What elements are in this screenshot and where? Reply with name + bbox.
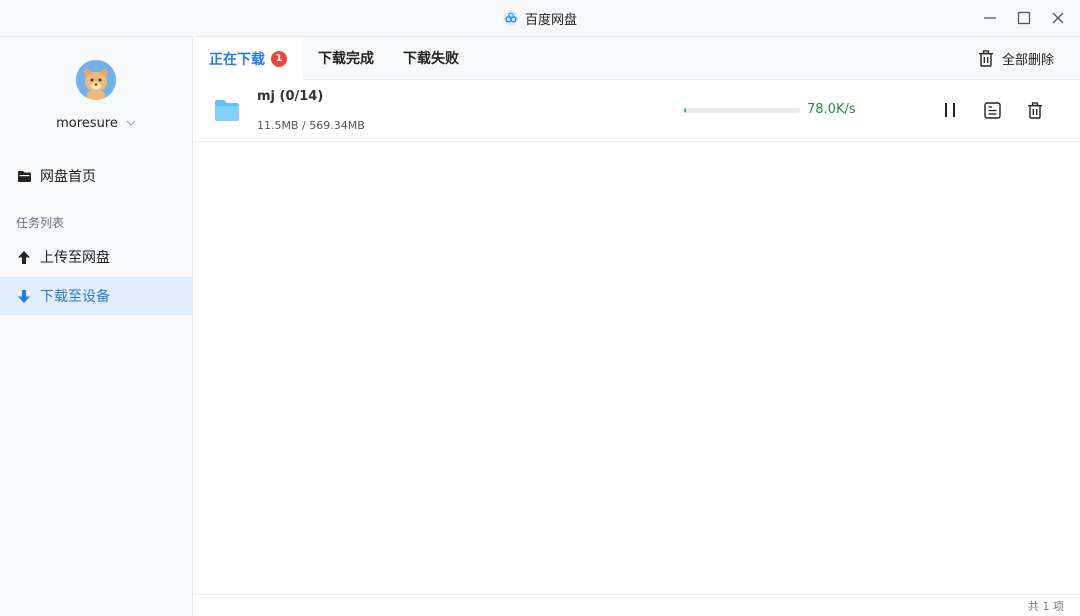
tab-label: 正在下载 — [209, 51, 265, 68]
app-window: 百度网盘 moresure 网盘首页 任务列表 上传至网盘 下载至设备 正在下载… — [0, 0, 1080, 616]
baidu-netdisk-logo-icon — [503, 10, 519, 26]
task-size: 11.5MB / 569.34MB — [257, 119, 365, 132]
avatar[interactable] — [76, 60, 116, 100]
task-name: mj (0/14) — [257, 89, 324, 104]
download-speed: 78.0K/s — [807, 102, 856, 117]
trash-icon — [978, 49, 993, 67]
chevron-down-icon — [126, 120, 136, 126]
upload-arrow-icon — [16, 249, 32, 265]
sidebar-item-home[interactable]: 网盘首页 — [0, 157, 192, 195]
tab-downloading[interactable]: 正在下载 1 — [193, 37, 303, 80]
sidebar-item-download[interactable]: 下载至设备 — [0, 277, 192, 315]
user-menu[interactable]: moresure — [0, 113, 192, 133]
bear-avatar-icon — [76, 60, 116, 100]
pause-icon — [945, 103, 955, 117]
maximize-icon — [1017, 11, 1031, 25]
details-button[interactable] — [982, 100, 1002, 120]
delete-all-button[interactable]: 全部删除 — [978, 37, 1054, 79]
folder-icon — [215, 100, 239, 121]
tab-completed[interactable]: 下载完成 — [302, 37, 390, 79]
window-title: 百度网盘 — [524, 12, 577, 28]
delete-all-label: 全部删除 — [1001, 52, 1054, 68]
window-controls — [982, 0, 1066, 36]
minimize-icon — [984, 17, 996, 19]
sidebar-item-label: 上传至网盘 — [40, 250, 110, 266]
close-button[interactable] — [1050, 10, 1066, 26]
sidebar-item-upload[interactable]: 上传至网盘 — [0, 238, 192, 276]
trash-icon — [1028, 101, 1042, 119]
delete-task-button[interactable] — [1025, 100, 1045, 120]
folder-icon — [16, 168, 32, 184]
tab-failed[interactable]: 下载失败 — [387, 37, 475, 79]
username: moresure — [56, 115, 118, 131]
item-count: 共 1 项 — [1028, 600, 1064, 613]
close-icon — [1052, 12, 1064, 24]
download-arrow-icon — [16, 288, 32, 304]
footer-divider — [193, 594, 1080, 595]
tab-bar: 正在下载 1 下载完成 下载失败 全部删除 — [193, 37, 1080, 80]
progress-fill — [684, 108, 687, 113]
progress-bar — [684, 108, 800, 113]
file-details-icon — [983, 101, 1001, 119]
sidebar-item-label: 网盘首页 — [40, 169, 96, 185]
title-bar: 百度网盘 — [0, 0, 1080, 37]
title-center: 百度网盘 — [0, 0, 1080, 36]
sidebar: moresure 网盘首页 任务列表 上传至网盘 下载至设备 — [0, 37, 193, 616]
sidebar-item-label: 下载至设备 — [40, 289, 110, 305]
pause-button[interactable] — [940, 100, 960, 120]
tab-label: 下载完成 — [318, 51, 374, 67]
maximize-button[interactable] — [1016, 10, 1032, 26]
tab-label: 下载失败 — [403, 51, 459, 67]
section-label-tasks: 任务列表 — [16, 216, 65, 230]
minimize-button[interactable] — [982, 10, 998, 26]
count-badge: 1 — [271, 50, 287, 67]
table-row[interactable]: mj (0/14) 11.5MB / 569.34MB 78.0K/s — [193, 80, 1080, 142]
